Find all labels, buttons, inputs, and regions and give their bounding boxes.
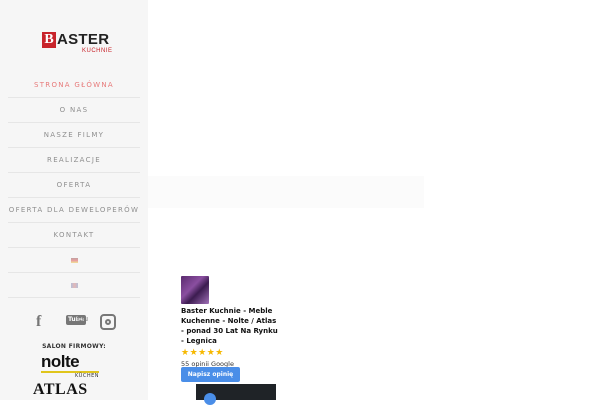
nav-item-contact[interactable]: Kontakt — [8, 223, 140, 248]
business-thumbnail[interactable] — [181, 276, 209, 304]
nav-item-about[interactable]: O nas — [8, 98, 140, 123]
instagram-icon[interactable] — [100, 314, 116, 330]
business-name[interactable]: Baster Kuchnie - Meble Kuchenne - Nolte … — [181, 306, 281, 346]
nav-item-home[interactable]: Strona główna — [8, 73, 140, 98]
star-rating: ★★★★★ — [181, 348, 224, 358]
salon-label: SALON FIRMOWY: — [42, 343, 106, 350]
nolte-logo[interactable]: nolte KÜCHEN — [41, 352, 99, 379]
logo[interactable]: B ASTER KUCHNIE — [42, 31, 112, 54]
logo-subtitle: KUCHNIE — [82, 48, 113, 54]
nav-item-developers[interactable]: Oferta dla deweloperów — [8, 198, 140, 223]
nolte-subtitle: KÜCHEN — [75, 373, 99, 379]
nav-item-lang-en[interactable] — [8, 273, 140, 298]
write-review-button[interactable]: Napisz opinię — [181, 367, 240, 382]
sidebar: B ASTER KUCHNIE Strona główna O nas Nasz… — [0, 0, 148, 400]
logo-text: ASTER — [57, 31, 110, 48]
nav-item-realizations[interactable]: Realizacje — [8, 148, 140, 173]
nav-item-films[interactable]: Nasze filmy — [8, 123, 140, 148]
youtube-icon[interactable]: You Tube — [66, 315, 89, 325]
content-band — [148, 176, 424, 208]
chat-widget[interactable] — [196, 384, 276, 405]
youtube-you: You — [76, 315, 89, 323]
atlas-logo[interactable]: ATLAS — [33, 381, 88, 399]
nolte-wordmark: nolte — [41, 352, 80, 371]
nav-item-lang-de[interactable] — [8, 248, 140, 273]
chat-icon[interactable] — [204, 393, 216, 405]
uk-flag-icon[interactable] — [70, 282, 78, 288]
google-review-widget: Baster Kuchnie - Meble Kuchenne - Nolte … — [181, 276, 281, 368]
logo-letter: B — [42, 32, 56, 48]
german-flag-icon[interactable] — [70, 257, 78, 263]
nav-item-offer[interactable]: Oferta — [8, 173, 140, 198]
social-links: f You Tube — [34, 313, 116, 331]
main-nav: Strona główna O nas Nasze filmy Realizac… — [8, 73, 140, 298]
facebook-icon[interactable]: f — [36, 313, 41, 331]
